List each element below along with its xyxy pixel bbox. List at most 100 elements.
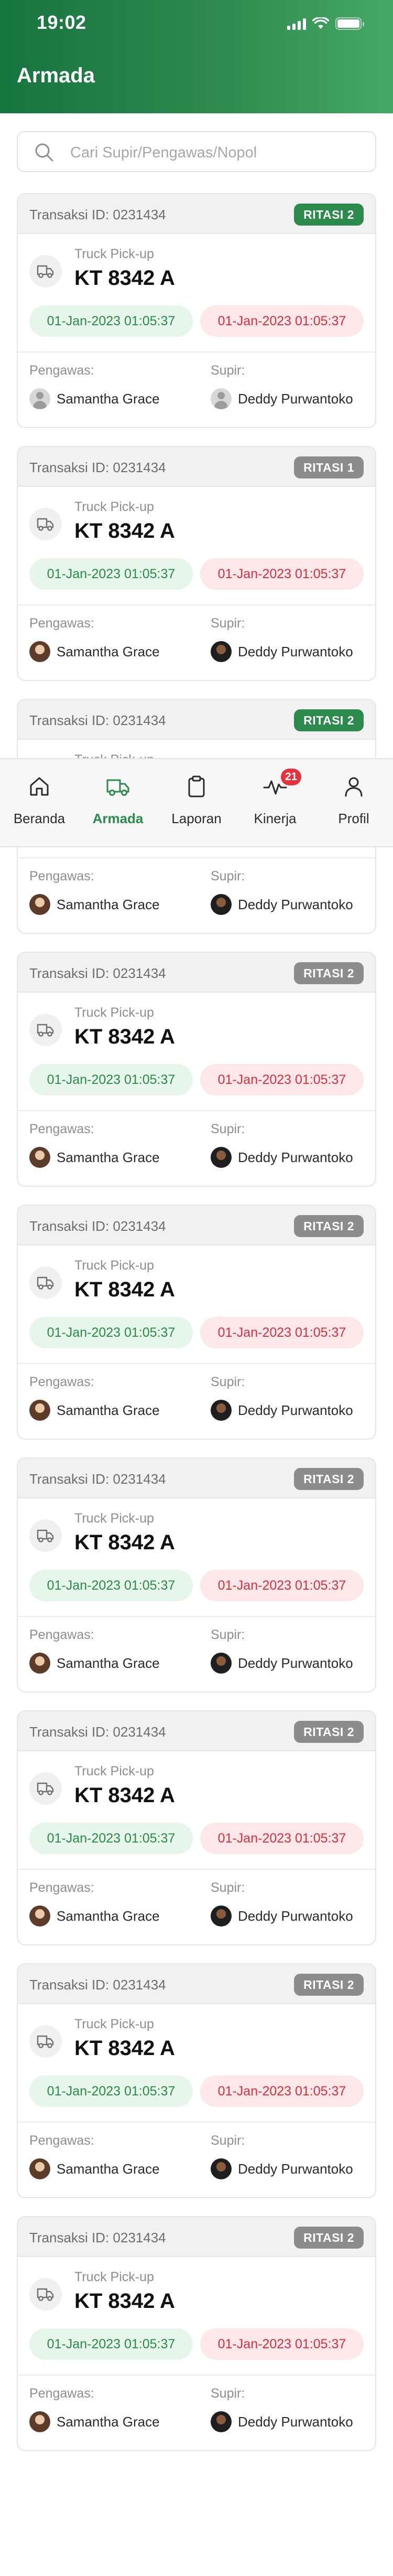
supervisor-label: Pengawas: [29,869,94,883]
driver-label: Supir: [211,2386,245,2401]
license-plate: KT 8342 A [74,2290,175,2313]
card-header: Transaksi ID: 0231434 RITASI 2 [18,1206,375,1246]
search-input[interactable]: Cari Supir/Pengawas/Nopol [17,131,376,172]
avatar [211,1653,232,1674]
license-plate: KT 8342 A [74,1531,175,1554]
search-placeholder: Cari Supir/Pengawas/Nopol [70,144,257,161]
bottom-tab-bar: Beranda Armada Laporan 21 Kinerja Profil [0,758,393,847]
supervisor: Samantha Grace [29,1146,160,1169]
vehicle-type: Truck Pick-up [74,499,154,514]
tab-label: Beranda [13,811,66,826]
driver-name: Deddy Purwantoko [238,390,353,407]
page-title: Armada [17,64,95,87]
ritasi-badge: RITASI 2 [294,709,364,731]
supervisor: Samantha Grace [29,1399,160,1422]
card-header: Transaksi ID: 0231434 RITASI 2 [18,953,375,993]
battery-icon [335,17,364,30]
end-time-pill: 01-Jan-2023 01:05:37 [200,1823,364,1854]
fleet-card[interactable]: Transaksi ID: 0231434 RITASI 2 Truck Pic… [17,193,376,428]
truck-icon [29,2278,62,2311]
tab-laporan[interactable]: Laporan [157,759,236,848]
fleet-card[interactable]: Transaksi ID: 0231434 RITASI 1 Truck Pic… [17,446,376,681]
supervisor: Samantha Grace [29,640,160,663]
tab-beranda[interactable]: Beranda [0,759,79,848]
transaction-id: Transaksi ID: 0231434 [29,2230,166,2245]
tab-profil[interactable]: Profil [314,759,393,848]
vehicle-type: Truck Pick-up [74,1764,154,1779]
tab-armada[interactable]: Armada [79,759,157,848]
app-header: 19:02 Armada [0,0,393,113]
end-time-pill: 01-Jan-2023 01:05:37 [200,1317,364,1348]
home-icon [30,777,49,796]
start-time-pill: 01-Jan-2023 01:05:37 [29,1317,193,1348]
card-header: Transaksi ID: 0231434 RITASI 2 [18,1964,375,2004]
card-divider [18,857,375,858]
supervisor-label: Pengawas: [29,2386,94,2401]
card-header: Transaksi ID: 0231434 RITASI 1 [18,447,375,487]
card-header: Transaksi ID: 0231434 RITASI 2 [18,194,375,234]
supervisor-name: Samantha Grace [57,390,160,407]
driver: Deddy Purwantoko [211,387,353,410]
supervisor: Samantha Grace [29,1652,160,1675]
driver-name: Deddy Purwantoko [238,1149,353,1165]
avatar [29,1653,50,1674]
supervisor-label: Pengawas: [29,616,94,631]
card-header: Transaksi ID: 0231434 RITASI 2 [18,700,375,740]
supervisor-name: Samantha Grace [57,1655,160,1671]
end-time-pill: 01-Jan-2023 01:05:37 [200,1570,364,1601]
fleet-card[interactable]: Transaksi ID: 0231434 RITASI 2 Truck Pic… [17,1205,376,1440]
wifi-icon [312,17,329,29]
avatar [29,1906,50,1926]
supervisor: Samantha Grace [29,387,160,410]
driver: Deddy Purwantoko [211,640,353,663]
vehicle-type: Truck Pick-up [74,1005,154,1020]
transaction-id: Transaksi ID: 0231434 [29,965,166,981]
avatar [29,641,50,662]
ritasi-badge: RITASI 2 [294,1721,364,1743]
card-header: Transaksi ID: 0231434 RITASI 2 [18,1459,375,1498]
transaction-id: Transaksi ID: 0231434 [29,1724,166,1740]
card-header: Transaksi ID: 0231434 RITASI 2 [18,1711,375,1751]
license-plate: KT 8342 A [74,2037,175,2060]
fleet-card[interactable]: Transaksi ID: 0231434 RITASI 2 Truck Pic… [17,1963,376,2198]
fleet-card[interactable]: Transaksi ID: 0231434 RITASI 2 Truck Pic… [17,2216,376,2451]
supervisor-name: Samantha Grace [57,2160,160,2177]
card-divider [18,1869,375,1870]
driver: Deddy Purwantoko [211,893,353,916]
card-divider [18,604,375,605]
start-time-pill: 01-Jan-2023 01:05:37 [29,558,193,590]
start-time-pill: 01-Jan-2023 01:05:37 [29,305,193,337]
supervisor: Samantha Grace [29,2410,160,2433]
driver-label: Supir: [211,363,245,378]
avatar [211,2411,232,2432]
driver-label: Supir: [211,1375,245,1389]
supervisor-name: Samantha Grace [57,896,160,912]
driver-label: Supir: [211,1627,245,1642]
avatar [211,894,232,915]
user-icon [345,777,363,797]
vehicle-type: Truck Pick-up [74,1511,154,1526]
card-divider [18,2375,375,2376]
driver-name: Deddy Purwantoko [238,1402,353,1418]
driver-label: Supir: [211,616,245,631]
start-time-pill: 01-Jan-2023 01:05:37 [29,1570,193,1601]
transaction-id: Transaksi ID: 0231434 [29,460,166,475]
card-divider [18,352,375,353]
fleet-card[interactable]: Transaksi ID: 0231434 RITASI 2 Truck Pic… [17,1710,376,1945]
avatar [211,1906,232,1926]
tab-kinerja[interactable]: 21 Kinerja [236,759,314,848]
transaction-id: Transaksi ID: 0231434 [29,1471,166,1487]
license-plate: KT 8342 A [74,1278,175,1301]
status-icons [287,16,364,31]
driver-label: Supir: [211,869,245,883]
supervisor-label: Pengawas: [29,1627,94,1642]
fleet-card[interactable]: Transaksi ID: 0231434 RITASI 2 Truck Pic… [17,952,376,1187]
status-time: 19:02 [37,12,86,33]
fleet-card[interactable]: Transaksi ID: 0231434 RITASI 2 Truck Pic… [17,1457,376,1693]
status-bar: 19:02 [0,0,393,47]
ritasi-badge: RITASI 2 [294,1215,364,1237]
end-time-pill: 01-Jan-2023 01:05:37 [200,558,364,590]
supervisor-name: Samantha Grace [57,1908,160,1924]
driver-name: Deddy Purwantoko [238,2160,353,2177]
driver-label: Supir: [211,2133,245,2148]
